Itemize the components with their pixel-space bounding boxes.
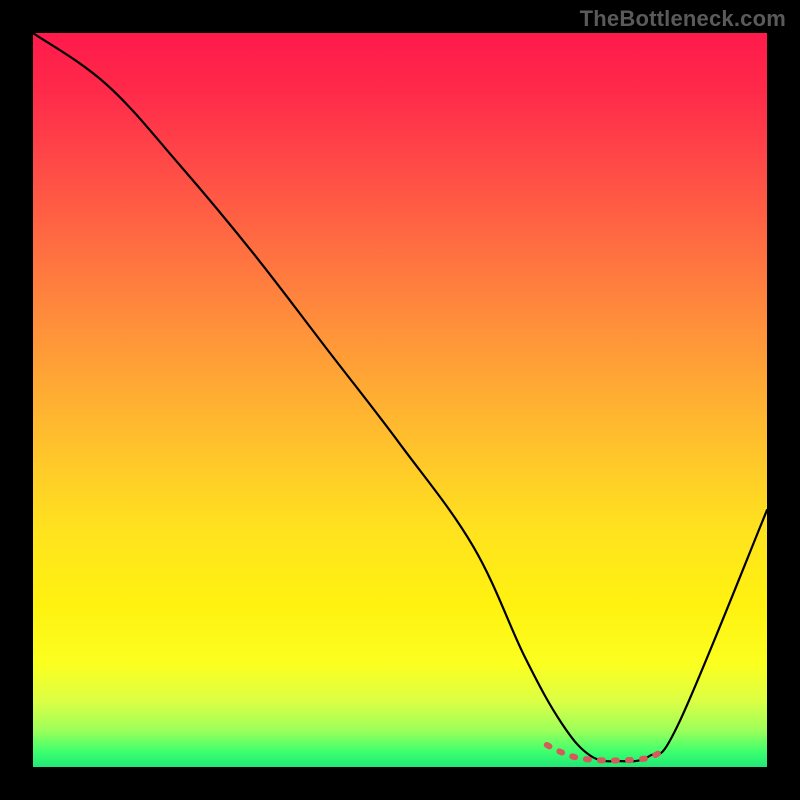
curve-layer	[33, 33, 767, 767]
bottleneck-curve-path	[33, 33, 767, 761]
chart-stage: TheBottleneck.com	[0, 0, 800, 800]
optimal-flat-zone-path	[547, 745, 664, 761]
plot-area	[33, 33, 767, 767]
watermark-text: TheBottleneck.com	[580, 6, 786, 32]
